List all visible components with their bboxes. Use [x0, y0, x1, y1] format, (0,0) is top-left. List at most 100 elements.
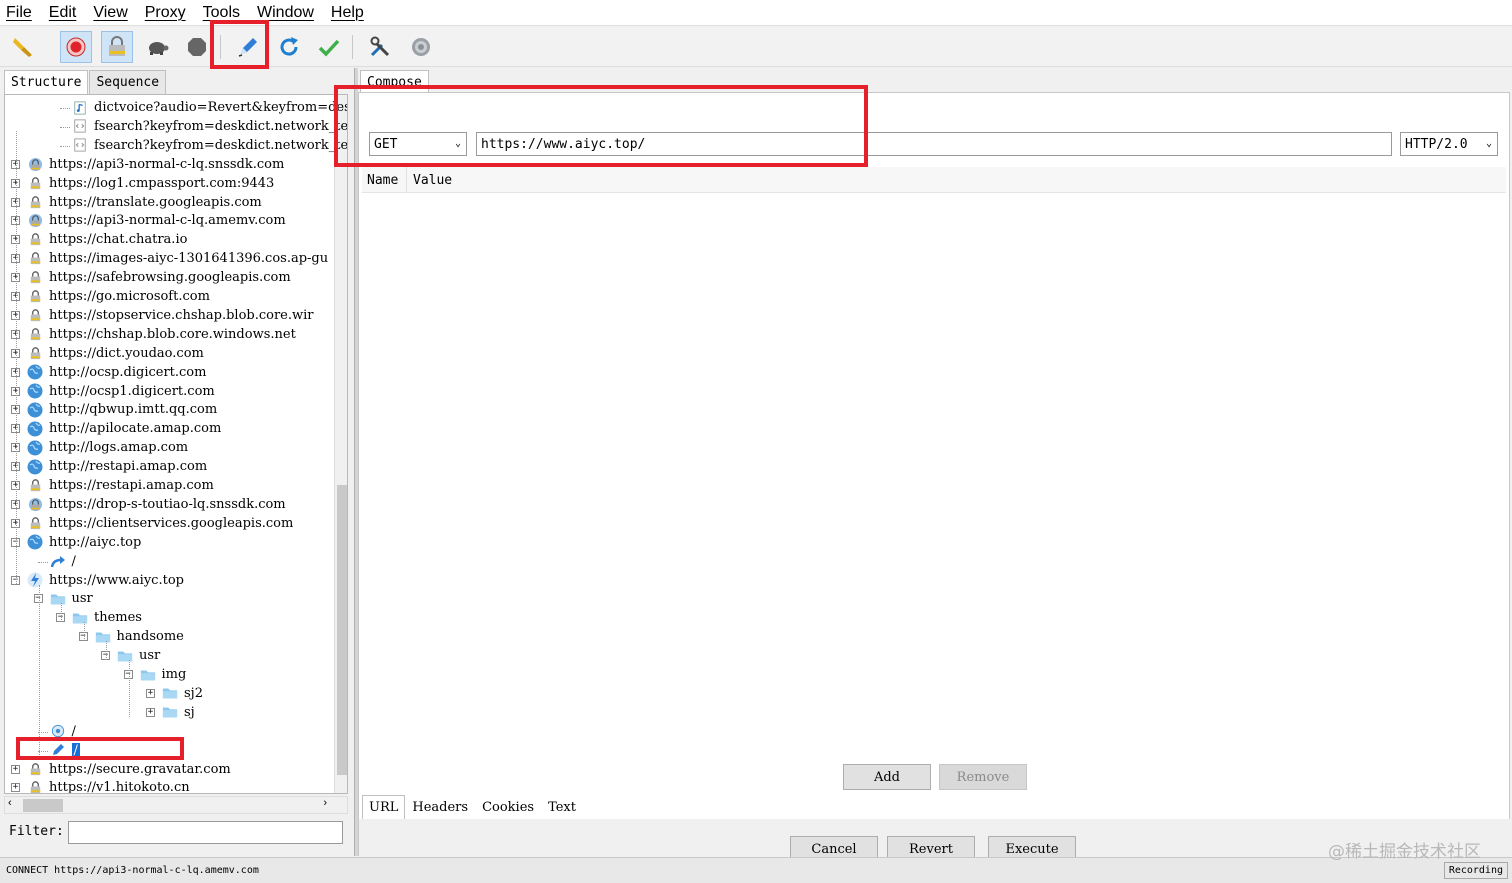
tree-node[interactable]: fsearch?keyfrom=deskdict.network_test	[72, 136, 347, 155]
tree-node[interactable]: https://v1.hitokoto.cn	[27, 778, 190, 793]
method-select[interactable]: GET ⌄	[369, 132, 467, 156]
tree-guide-line	[128, 660, 130, 717]
menu-window[interactable]: Window	[257, 4, 314, 22]
subtab-headers[interactable]: Headers	[405, 795, 475, 819]
tree-node[interactable]: https://safebrowsing.googleapis.com	[27, 268, 291, 287]
expand-icon[interactable]: +	[146, 707, 155, 717]
tree-node[interactable]: http://logs.amap.com	[27, 438, 188, 457]
tree-node[interactable]: https://drop-s-toutiao-lq.snssdk.com	[27, 495, 286, 514]
tree-node[interactable]: http://ocsp.digicert.com	[27, 363, 206, 382]
expand-icon[interactable]: +	[11, 764, 20, 774]
tree-guide-line	[106, 641, 107, 661]
tree-node[interactable]: usr	[117, 646, 160, 665]
col-name-header[interactable]: Name	[367, 173, 398, 188]
tree-node[interactable]: https://translate.googleapis.com	[27, 193, 262, 212]
menu-help[interactable]: Help	[331, 4, 364, 22]
host-tree[interactable]: dictvoice?audio=Revert&keyfrom=deskdict f…	[4, 94, 348, 794]
tree-node-label: fsearch?keyfrom=deskdict.network_test	[94, 118, 348, 134]
folder-icon	[95, 629, 111, 645]
redirect-arrow-icon	[50, 553, 66, 569]
remove-button[interactable]: Remove	[939, 764, 1027, 790]
tree-node[interactable]: /	[50, 722, 76, 741]
throttle-button[interactable]	[141, 31, 173, 63]
compose-button[interactable]	[232, 31, 264, 63]
record-button[interactable]	[60, 31, 92, 63]
clear-button[interactable]	[7, 31, 39, 63]
tree-node[interactable]: http://aiyc.top	[27, 533, 141, 552]
breakpoints-button[interactable]	[181, 31, 213, 63]
tree-node[interactable]: https://stopservice.chshap.blob.core.wir	[27, 306, 314, 325]
tree-node[interactable]: sj2	[162, 684, 203, 703]
expand-icon[interactable]: +	[146, 688, 155, 698]
status-text: CONNECT https://api3-normal-c-lq.amemv.c…	[6, 865, 259, 876]
tree-node[interactable]: dictvoice?audio=Revert&keyfrom=deskdict	[72, 98, 347, 117]
tree-hscroll-thumb[interactable]	[23, 799, 63, 812]
tree-node[interactable]: https://secure.gravatar.com	[27, 760, 231, 779]
tree-node[interactable]: handsome	[95, 627, 184, 646]
tab-sequence[interactable]: Sequence	[89, 70, 167, 94]
tree-node[interactable]: http://apilocate.amap.com	[27, 419, 221, 438]
col-value-header[interactable]: Value	[413, 173, 452, 188]
lock-icon	[27, 270, 43, 286]
menu-file[interactable]: File	[6, 4, 32, 22]
subtab-url[interactable]: URL	[362, 795, 406, 819]
lock-icon	[27, 345, 43, 361]
tree-scroll-thumb[interactable]	[337, 485, 347, 775]
tree-node-label: https://chshap.blob.core.windows.net	[49, 326, 296, 342]
settings-button[interactable]	[405, 31, 437, 63]
tree-node[interactable]: https://dict.youdao.com	[27, 344, 204, 363]
tree-guide-line	[16, 130, 17, 585]
tree-node-label: http://ocsp.digicert.com	[49, 364, 207, 380]
tab-structure[interactable]: Structure	[4, 70, 89, 94]
tree-node[interactable]: sj	[162, 703, 195, 722]
tree-node[interactable]: https://chat.chatra.io	[27, 230, 187, 249]
tree-node-label: http://qbwup.imtt.qq.com	[49, 402, 218, 418]
ssl-proxying-button[interactable]	[101, 31, 133, 63]
tree-node[interactable]: fsearch?keyfrom=deskdict.network_test	[72, 117, 348, 136]
tree-node[interactable]: https://api3-normal-c-lq.amemv.com	[27, 211, 286, 230]
tree-guide-line	[61, 603, 62, 623]
subtab-text[interactable]: Text	[541, 795, 583, 819]
tree-node[interactable]: https://go.microsoft.com	[27, 287, 210, 306]
tree-node[interactable]: https://clientservices.googleapis.com	[27, 514, 293, 533]
tree-node[interactable]: usr	[50, 589, 93, 608]
tree-node-label: https://dict.youdao.com	[49, 345, 204, 361]
protocol-select[interactable]: HTTP/2.0 ⌄	[1400, 132, 1498, 156]
headers-table[interactable]: Name Value	[362, 167, 1506, 757]
menu-edit[interactable]: Edit	[49, 4, 77, 22]
menu-view[interactable]: View	[93, 4, 127, 22]
tree-node[interactable]: https://images-aiyc-1301641396.cos.ap-gu	[27, 249, 328, 268]
tree-node[interactable]: https://restapi.amap.com	[27, 476, 214, 495]
tree-node[interactable]: /	[50, 552, 76, 571]
tree-horizontal-scrollbar[interactable]: ‹ ›	[4, 796, 348, 814]
tools-button[interactable]	[364, 31, 396, 63]
filter-input[interactable]	[68, 821, 343, 844]
menu-proxy[interactable]: Proxy	[145, 4, 186, 22]
tree-node[interactable]: https://www.aiyc.top	[27, 571, 184, 590]
tree-node[interactable]: img	[140, 665, 186, 684]
tree-node[interactable]: http://restapi.amap.com	[27, 457, 207, 476]
repeat-button[interactable]	[273, 31, 305, 63]
expand-icon[interactable]: +	[11, 783, 20, 793]
tree-node[interactable]: https://log1.cmpassport.com:9443	[27, 174, 274, 193]
folder-icon	[72, 610, 88, 626]
ssl-lock-icon	[109, 36, 125, 56]
menu-tools[interactable]: Tools	[203, 4, 240, 22]
tab-compose[interactable]: Compose	[360, 70, 429, 92]
scroll-left-icon[interactable]: ‹	[8, 797, 12, 809]
add-button[interactable]: Add	[843, 764, 931, 790]
tree-node[interactable]: /	[50, 741, 80, 760]
folder-icon	[162, 685, 178, 701]
scroll-right-icon[interactable]: ›	[323, 797, 327, 809]
tree-node[interactable]: https://api3-normal-c-lq.snssdk.com	[27, 155, 284, 174]
tree-node-label: https://stopservice.chshap.blob.core.wir	[49, 307, 314, 323]
recording-indicator[interactable]: Recording	[1443, 862, 1508, 879]
validate-button[interactable]	[313, 31, 345, 63]
tree-node[interactable]: https://chshap.blob.core.windows.net	[27, 325, 296, 344]
url-input[interactable]: https://www.aiyc.top/	[476, 132, 1392, 156]
tree-node[interactable]: http://ocsp1.digicert.com	[27, 382, 215, 401]
tree-vertical-scrollbar[interactable]	[334, 95, 347, 793]
tree-node[interactable]: http://qbwup.imtt.qq.com	[27, 400, 217, 419]
subtab-cookies[interactable]: Cookies	[475, 795, 541, 819]
tree-node[interactable]: themes	[72, 608, 142, 627]
